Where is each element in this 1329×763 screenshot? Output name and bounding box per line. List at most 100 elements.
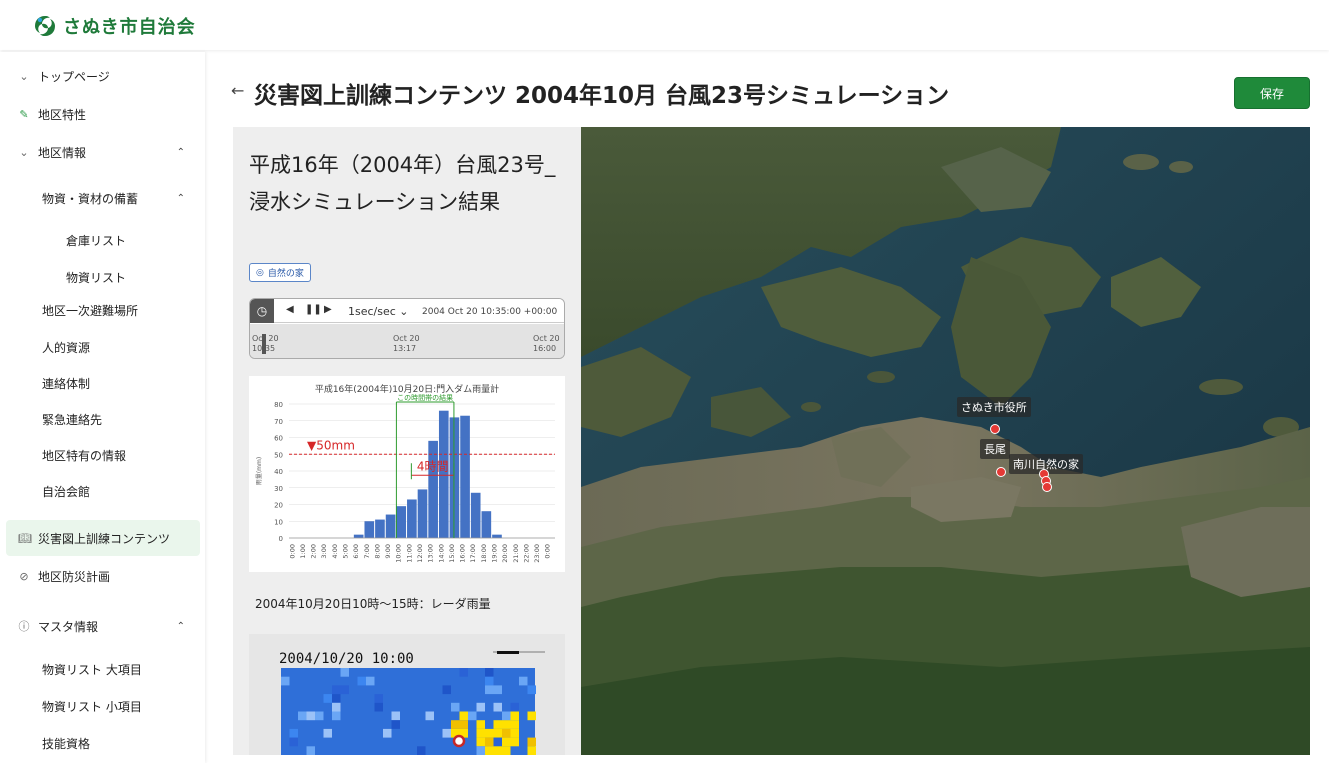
radar-cell	[383, 728, 392, 738]
radar-cell	[281, 676, 290, 686]
radar-cell	[485, 676, 494, 686]
clock-icon[interactable]: ◷	[250, 299, 274, 323]
chart-bar	[460, 415, 470, 538]
chevron-up-icon: ⌃	[176, 146, 185, 158]
sidebar-item-top[interactable]: ⌄ トップページ	[0, 66, 205, 86]
radar-cell	[442, 685, 451, 695]
sidebar-item-disaster-drill[interactable]: 📖︎ 災害図上訓練コンテンツ	[6, 520, 200, 556]
sidebar-item-warehouse-list[interactable]: 倉庫リスト	[0, 230, 205, 250]
x-tick-label: 18:00	[480, 544, 488, 563]
y-tick-label: 80	[274, 401, 283, 409]
x-tick-label: 2:00	[310, 544, 318, 559]
save-button[interactable]: 保存	[1234, 77, 1310, 109]
x-tick-label: 0:00	[544, 544, 552, 559]
sidebar-item-district-info[interactable]: ⌄ 地区情報 ⌃	[0, 142, 205, 162]
map-pin[interactable]	[1042, 482, 1052, 492]
radar-cell	[493, 746, 502, 755]
sidebar-item-community-hall[interactable]: 自治会館	[0, 481, 205, 501]
y-tick-label: 30	[274, 485, 283, 493]
speed-select[interactable]: 1sec/sec ⌄	[348, 305, 409, 318]
chevron-up-icon: ⌃	[176, 192, 185, 204]
sidebar-item-stockpile[interactable]: 物資・資材の備蓄 ⌃	[0, 188, 205, 208]
radar-cell	[332, 711, 341, 721]
sidebar-item-emergency-contacts[interactable]: 緊急連絡先	[0, 409, 205, 429]
radar-cell	[510, 711, 519, 721]
sidebar-item-disaster-plan[interactable]: ⊘ 地区防災計画	[0, 566, 205, 586]
radar-cell	[323, 694, 332, 703]
x-tick-label: 5:00	[342, 544, 350, 559]
radar-cell	[476, 746, 485, 755]
y-tick-label: 50	[274, 451, 283, 459]
radar-cell	[502, 711, 511, 721]
sidebar: ⌄ トップページ ✎ 地区特性 ⌄ 地区情報 ⌃ 物資・資材の備蓄 ⌃ 倉庫リス…	[0, 52, 205, 763]
location-tag-button[interactable]: ◎ 自然の家	[249, 263, 311, 282]
radar-cell	[485, 737, 494, 747]
radar-cell	[476, 737, 485, 747]
radar-cell	[332, 685, 341, 695]
radar-cell	[510, 702, 519, 712]
chart-bar	[492, 534, 502, 538]
x-tick-label: 8:00	[373, 544, 381, 559]
x-tick-label: 14:00	[437, 544, 445, 563]
step-back-icon[interactable]: ◀	[286, 304, 294, 315]
content-panel: 平成16年（2004年）台風23号_浸水シミュレーション結果 ◎ 自然の家 ◷ …	[233, 127, 581, 755]
timeline-tick: Oct 20 16:00	[533, 334, 560, 353]
chart-bar	[375, 519, 385, 538]
radar-cell	[527, 746, 536, 755]
radar-cell	[510, 728, 519, 738]
x-tick-label: 3:00	[320, 544, 328, 559]
chart-bar	[364, 521, 375, 538]
sidebar-item-district-specific-info[interactable]: 地区特有の情報	[0, 445, 205, 465]
radar-cell	[315, 711, 324, 721]
chart-bar	[470, 492, 481, 538]
play-icon[interactable]: ▶	[324, 304, 332, 315]
radar-cell	[323, 728, 332, 738]
radar-cell	[476, 702, 485, 712]
radar-cell	[527, 711, 536, 721]
radar-cell	[332, 694, 341, 703]
sidebar-item-district-characteristics[interactable]: ✎ 地区特性	[0, 104, 205, 124]
chart-bar	[396, 506, 407, 538]
sidebar-item-skills[interactable]: 技能資格	[0, 733, 205, 753]
map-pin[interactable]	[990, 424, 1000, 434]
sidebar-item-supply-list[interactable]: 物資リスト	[0, 267, 205, 287]
timeline-tick: Oct 20 13:17	[393, 334, 420, 353]
app-name: さぬき市自治会	[63, 17, 196, 38]
pause-icon[interactable]: ❚❚	[305, 304, 322, 315]
chevron-up-icon: ⌃	[176, 620, 185, 632]
radar-cell	[493, 737, 502, 747]
app-logo[interactable]: さぬき市自治会	[33, 13, 196, 39]
timeline-track[interactable]: Oct 20 10:35 Oct 20 13:17 Oct 20 16:00	[250, 324, 564, 358]
radar-cell	[527, 737, 536, 747]
radar-cell	[306, 746, 315, 755]
timeline-tick: Oct 20 10:35	[252, 334, 279, 353]
y-tick-label: 40	[274, 468, 283, 476]
chevron-down-icon: ⌄	[19, 145, 29, 159]
sidebar-item-evacuation-site[interactable]: 地区一次避難場所	[0, 300, 205, 320]
span-label: 4時間	[417, 459, 449, 473]
timeline-widget[interactable]: ◷ ◀ ❚❚ ▶ 1sec/sec ⌄ 2004 Oct 20 10:35:00…	[249, 298, 565, 359]
x-tick-label: 1:00	[299, 544, 307, 559]
satellite-map[interactable]: さぬき市役所 長尾 南川自然の家	[581, 127, 1310, 755]
sidebar-item-supply-minor[interactable]: 物資リスト 小項目	[0, 696, 205, 716]
chart-bar	[481, 511, 492, 538]
x-tick-label: 23:00	[533, 544, 541, 563]
sidebar-item-contact-system[interactable]: 連絡体制	[0, 373, 205, 393]
radar-cell	[502, 728, 511, 738]
x-tick-label: 12:00	[416, 544, 424, 563]
radar-cell	[374, 694, 383, 703]
radar-caption: 2004年10月20日10時～15時：レーダ雨量	[255, 597, 491, 611]
radar-cell	[510, 720, 519, 729]
sidebar-item-human-resources[interactable]: 人的資源	[0, 337, 205, 357]
sidebar-item-master-info[interactable]: ⓘ マスタ情報 ⌃	[0, 616, 205, 636]
radar-cell	[476, 728, 485, 738]
back-arrow-icon[interactable]: ←	[231, 81, 244, 100]
edit-icon: ✎	[19, 107, 29, 121]
map-pin[interactable]	[996, 467, 1006, 477]
radar-cell	[459, 711, 468, 721]
radar-image: 2004/10/20 10:00	[249, 634, 565, 755]
sidebar-item-supply-major[interactable]: 物資リスト 大項目	[0, 659, 205, 679]
map-label-nagao: 長尾	[980, 439, 1010, 459]
page-title: 災害図上訓練コンテンツ 2004年10月 台風23号シミュレーション	[254, 83, 950, 109]
logo-mark-icon	[35, 16, 55, 36]
